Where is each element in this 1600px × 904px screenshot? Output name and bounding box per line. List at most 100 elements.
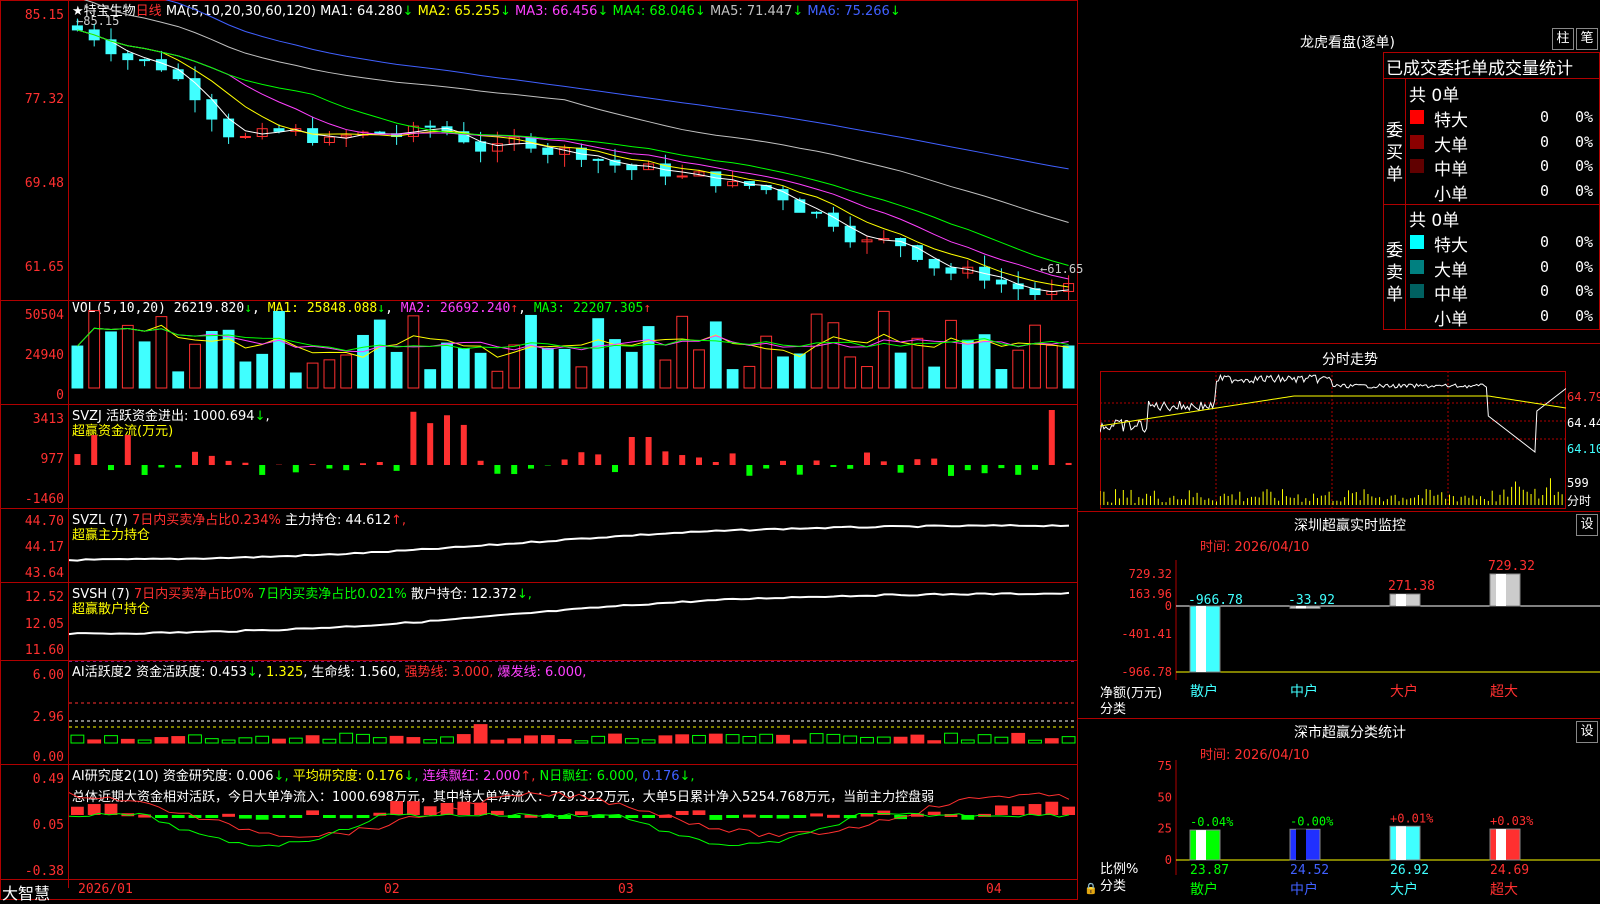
volume-bar <box>710 322 721 388</box>
sell-side-label: 委卖单 <box>1386 240 1404 306</box>
longhu-title: 龙虎看盘(逐单) <box>1300 32 1395 52</box>
intraday-vol: 599 <box>1567 476 1589 490</box>
flow-bar <box>478 461 484 465</box>
candle-body <box>190 79 200 100</box>
research-bar <box>995 805 1008 815</box>
candle-body <box>761 186 771 190</box>
activity-bar <box>558 740 571 743</box>
buy-row-name: 小单 <box>1434 180 1468 205</box>
candle-body <box>476 142 486 151</box>
flow-bar <box>1032 465 1038 470</box>
flow-bar <box>998 465 1004 468</box>
flow-bar <box>242 463 248 465</box>
candle-body <box>240 136 250 137</box>
sz-monitor-axis-tick: 0 <box>1165 599 1172 613</box>
research-bar <box>575 811 588 815</box>
candle-body <box>593 159 603 160</box>
brand-logo[interactable]: 大智慧 <box>2 880 50 904</box>
volume-bar <box>744 366 755 388</box>
svzj-axis-1: 3413 <box>0 412 64 427</box>
sz-class-settings-button[interactable]: 设 <box>1576 721 1598 743</box>
research-bar <box>205 815 218 818</box>
sz-monitor-time: 时间: 2026/04/10 <box>1200 536 1309 555</box>
flow-bar <box>713 462 719 465</box>
sz-class-change-label: -0.00% <box>1290 814 1334 828</box>
research-bar <box>877 811 890 815</box>
volume-bar <box>190 344 201 388</box>
candle-body <box>812 212 822 213</box>
sell-row-name: 中单 <box>1434 280 1468 305</box>
divider <box>1078 718 1600 719</box>
intraday-axis-3: 64.10 <box>1567 442 1600 456</box>
flow-bar <box>293 465 299 472</box>
svsh-chart[interactable] <box>69 583 1077 660</box>
sz-class-bar-highlight <box>1196 830 1206 860</box>
ai1-axis-2: 2.96 <box>0 710 64 725</box>
sz-class-axis-tick: 75 <box>1158 760 1172 773</box>
volume-bar <box>358 335 369 388</box>
activity-bar <box>457 735 470 743</box>
svzl-axis-3: 43.64 <box>0 566 64 581</box>
sz-monitor-category: 超大 <box>1490 684 1518 700</box>
ma-line <box>77 0 1068 223</box>
research-bar <box>961 815 974 820</box>
research-bar <box>1012 806 1025 815</box>
svsh-axis-1: 12.52 <box>0 590 64 605</box>
volume-bar <box>206 331 217 388</box>
svzl-axis-2: 44.17 <box>0 540 64 555</box>
candle-body <box>123 54 133 60</box>
ai-activity-chart[interactable] <box>69 661 1077 764</box>
activity-bar <box>105 736 118 743</box>
vol-axis-1: 50504 <box>0 308 64 323</box>
activity-bar <box>474 725 487 743</box>
candlestick-chart[interactable] <box>69 0 1077 300</box>
sz-monitor-settings-button[interactable]: 设 <box>1576 514 1598 536</box>
flow-bar <box>595 454 601 465</box>
buy-row-count: 0 <box>1540 157 1549 175</box>
divider <box>1405 78 1406 330</box>
svzj-chart[interactable] <box>69 405 1077 508</box>
flow-bar <box>175 465 181 468</box>
activity-bar <box>390 736 403 743</box>
research-bar <box>222 814 235 817</box>
sz-monitor-chart[interactable]: 729.32163.960-401.41-966.78-966.78散户-33.… <box>1100 560 1600 715</box>
volume-bar <box>122 325 133 388</box>
intraday-chart[interactable] <box>1100 371 1566 509</box>
flow-bar <box>780 461 786 465</box>
svzl-chart[interactable] <box>69 509 1077 582</box>
volume-bar <box>106 332 117 388</box>
tick-mode-button[interactable]: 笔 <box>1576 28 1598 50</box>
volume-bar <box>979 335 990 388</box>
research-bar <box>340 815 353 818</box>
research-bar <box>676 811 689 815</box>
flow-bar <box>881 461 887 465</box>
volume-bar <box>374 320 385 388</box>
sz-class-chart[interactable]: 7550250-0.04%23.87散户-0.00%24.52中户+0.01%2… <box>1100 760 1600 900</box>
date-label-3: 03 <box>618 882 634 897</box>
flow-bar <box>578 452 584 465</box>
ai-research-chart[interactable] <box>69 765 1077 879</box>
flow-bar <box>662 451 668 465</box>
sz-monitor-bar-label: 271.38 <box>1388 579 1435 594</box>
candle-body <box>627 165 637 170</box>
svzj-axis-2: 977 <box>0 452 64 467</box>
volume-bar <box>794 354 805 388</box>
activity-bar <box>222 740 235 743</box>
bar-mode-button[interactable]: 柱 <box>1552 28 1574 50</box>
volume-bar <box>324 360 335 388</box>
sz-monitor-bar-label: 729.32 <box>1488 560 1535 574</box>
volume-chart[interactable] <box>69 301 1077 404</box>
volume-bar <box>929 367 940 388</box>
activity-bar <box>205 739 218 743</box>
sell-row-pct: 0% <box>1575 307 1593 325</box>
svzl-axis-1: 44.70 <box>0 514 64 529</box>
activity-bar <box>676 735 689 743</box>
volume-bar <box>862 367 873 388</box>
research-bar <box>642 815 655 818</box>
activity-bar <box>743 736 756 743</box>
flow-bar <box>310 464 316 465</box>
sz-monitor-bar-label: -966.78 <box>1188 593 1243 608</box>
research-bar <box>726 815 739 818</box>
activity-bar <box>172 737 185 743</box>
volume-bar <box>559 349 570 388</box>
